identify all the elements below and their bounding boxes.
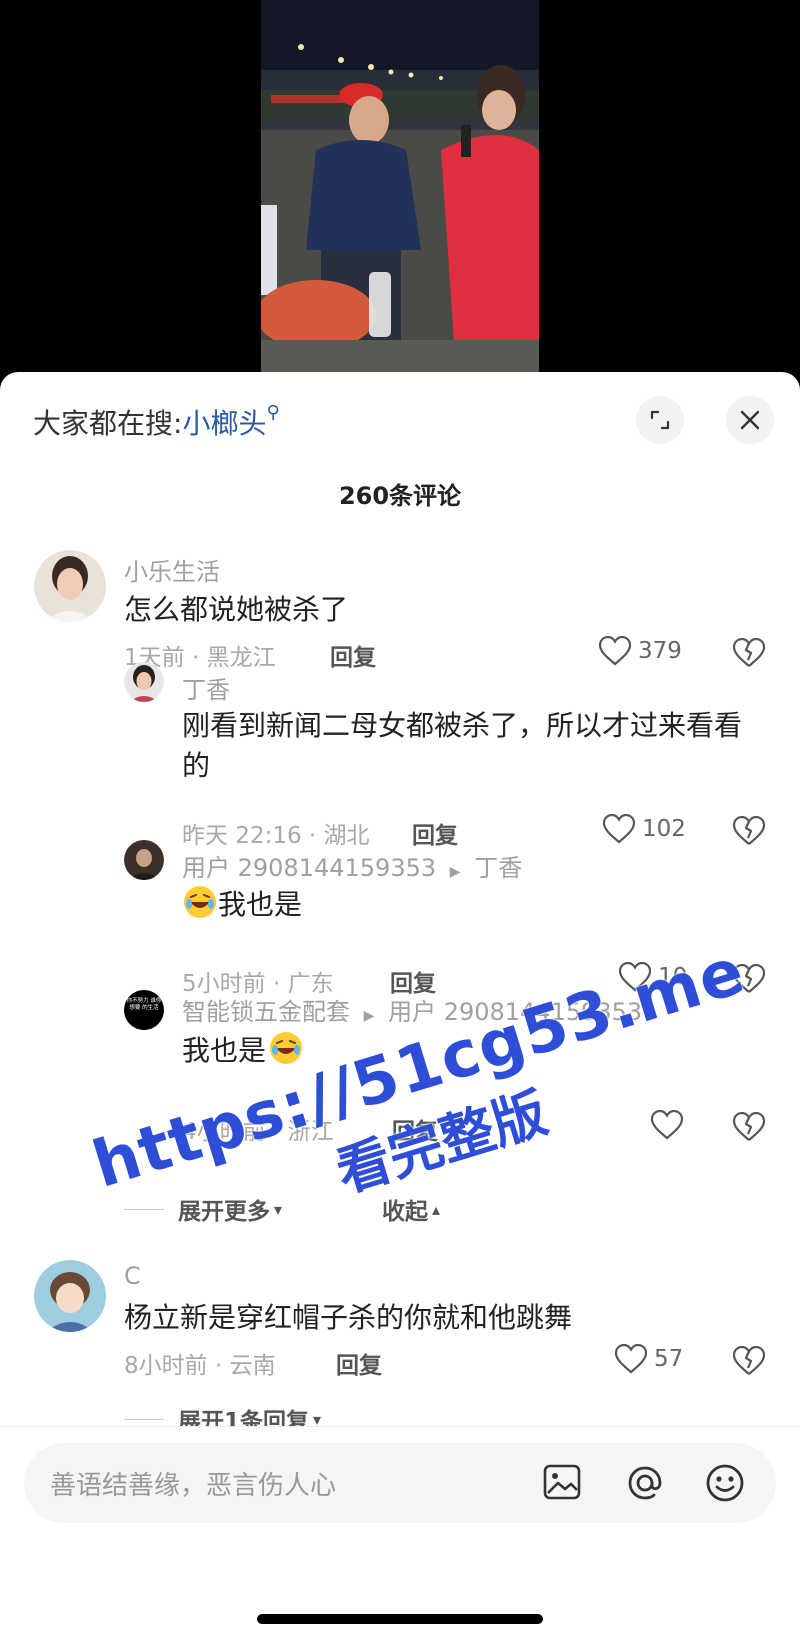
reply-username[interactable]: 丁香 bbox=[182, 670, 230, 705]
broken-heart-icon bbox=[732, 1345, 766, 1375]
chevron-down-icon: ▾ bbox=[274, 1199, 283, 1219]
broken-heart-icon bbox=[732, 815, 766, 845]
video-player[interactable] bbox=[0, 0, 800, 372]
close-icon bbox=[740, 410, 760, 430]
reply-button[interactable]: 回复 bbox=[336, 1346, 382, 1380]
chevron-up-icon: ▴ bbox=[432, 1199, 441, 1219]
laughing-emoji-icon bbox=[268, 1030, 304, 1066]
divider bbox=[124, 1418, 164, 1420]
heart-icon bbox=[602, 814, 636, 844]
laughing-emoji-icon bbox=[182, 884, 218, 920]
heart-icon bbox=[614, 1344, 648, 1374]
emoji-icon[interactable] bbox=[704, 1462, 746, 1508]
expand-more-replies[interactable]: 展开更多 ▾ bbox=[124, 1192, 282, 1226]
dislike-button[interactable] bbox=[732, 637, 766, 672]
heart-icon bbox=[618, 962, 652, 992]
reply-text: 刚看到新闻二母女都被杀了，所以才过来看看的 bbox=[182, 709, 743, 782]
search-keyword[interactable]: 小榔头 bbox=[182, 407, 266, 440]
like-button[interactable]: 10 bbox=[618, 962, 687, 992]
reply-username[interactable]: 智能锁五金配套 ▶ 用户 2908144159353 bbox=[182, 992, 642, 1027]
reply-button[interactable]: 回复 bbox=[412, 816, 458, 850]
expand-button[interactable] bbox=[636, 396, 684, 444]
like-button[interactable]: 379 bbox=[598, 636, 682, 666]
reply-meta: 昨天 22:16 · 湖北 bbox=[182, 823, 370, 849]
dislike-button[interactable] bbox=[732, 1345, 766, 1380]
expand-icon bbox=[650, 410, 670, 430]
search-icon: ⚲ bbox=[266, 402, 280, 423]
like-button[interactable]: 57 bbox=[614, 1344, 683, 1374]
heart-icon bbox=[650, 1110, 684, 1140]
comment-sheet: 大家都在搜:小榔头⚲ 260条评论 小乐生活 怎么都说她被杀了 1天前 · 黑龙… bbox=[0, 372, 800, 1637]
close-button[interactable] bbox=[726, 396, 774, 444]
avatar[interactable] bbox=[124, 840, 164, 880]
comment-text: 怎么都说她被杀了 bbox=[124, 593, 349, 626]
like-button[interactable]: 102 bbox=[602, 814, 686, 844]
avatar-text: 你不努力 谁你想要 的生活 bbox=[126, 998, 162, 1011]
reply-to-arrow-icon: ▶ bbox=[363, 1008, 375, 1024]
broken-heart-icon bbox=[732, 637, 766, 667]
home-indicator[interactable] bbox=[257, 1614, 543, 1624]
comment-count: 260条评论 bbox=[338, 482, 462, 510]
reply-text: 我也是 bbox=[182, 884, 302, 925]
collapse-replies[interactable]: 收起 ▴ bbox=[382, 1192, 440, 1226]
comment-username[interactable]: 小乐生活 bbox=[124, 552, 220, 587]
reply-username[interactable]: 用户 2908144159353 ▶ 丁香 bbox=[182, 848, 522, 883]
like-count: 379 bbox=[638, 638, 682, 664]
reply-to-user[interactable]: 丁香 bbox=[474, 854, 522, 882]
image-icon[interactable] bbox=[542, 1462, 582, 1506]
avatar[interactable]: 你不努力 谁你想要 的生活 bbox=[124, 990, 164, 1030]
mention-icon[interactable] bbox=[624, 1462, 666, 1508]
video-frame[interactable] bbox=[261, 0, 539, 372]
like-count: 57 bbox=[654, 1346, 684, 1372]
dislike-button[interactable] bbox=[732, 815, 766, 850]
dislike-button[interactable] bbox=[732, 1111, 766, 1146]
divider bbox=[124, 1208, 164, 1210]
search-prefix: 大家都在搜: bbox=[33, 407, 183, 440]
broken-heart-icon bbox=[732, 1111, 766, 1141]
heart-icon bbox=[598, 636, 632, 666]
comment-input-bar: 善语结善缘，恶言伤人心 bbox=[0, 1426, 800, 1637]
reply-button[interactable]: 回复 bbox=[392, 1112, 438, 1146]
search-suggestion[interactable]: 大家都在搜:小榔头⚲ bbox=[33, 402, 280, 442]
reply-to-user[interactable]: 用户 2908144159353 bbox=[388, 998, 642, 1026]
like-count: 10 bbox=[658, 964, 688, 990]
dislike-button[interactable] bbox=[732, 963, 766, 998]
avatar[interactable] bbox=[34, 1260, 106, 1332]
reply-to-arrow-icon: ▶ bbox=[449, 864, 461, 880]
broken-heart-icon bbox=[732, 963, 766, 993]
comment-username[interactable]: C bbox=[124, 1262, 141, 1290]
reply-button[interactable]: 回复 bbox=[330, 638, 376, 672]
reply-text: 我也是 bbox=[182, 1030, 304, 1071]
comment-text: 杨立新是穿红帽子杀的你就和他跳舞 bbox=[124, 1301, 573, 1334]
input-placeholder: 善语结善缘，恶言伤人心 bbox=[50, 1471, 337, 1501]
comment-meta: 8小时前 · 云南 bbox=[124, 1353, 276, 1379]
avatar[interactable] bbox=[124, 662, 164, 702]
comment-input[interactable]: 善语结善缘，恶言伤人心 bbox=[24, 1443, 776, 1523]
avatar[interactable] bbox=[34, 550, 106, 622]
like-button[interactable] bbox=[650, 1110, 690, 1140]
like-count: 102 bbox=[642, 816, 686, 842]
reply-meta: 4小时前 · 浙江 bbox=[182, 1119, 334, 1145]
